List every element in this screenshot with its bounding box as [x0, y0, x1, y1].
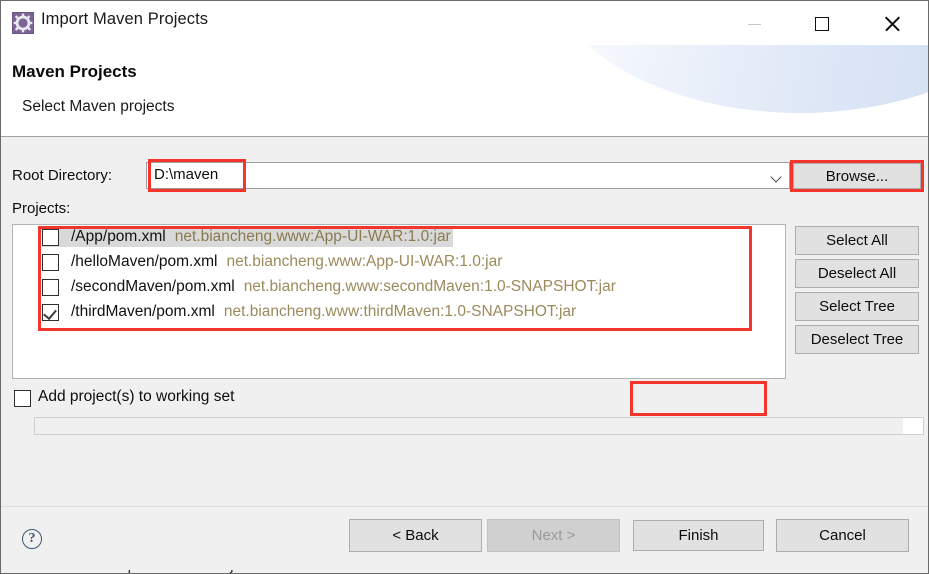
close-button[interactable] [869, 9, 915, 39]
project-path: /secondMaven/pom.xml [71, 278, 235, 296]
next-button: Next > [487, 519, 620, 552]
cancel-button[interactable]: Cancel [776, 519, 909, 552]
project-checkbox[interactable] [42, 304, 59, 321]
dialog-body: Root Directory: D:\maven Browse... Proje… [1, 138, 928, 506]
working-set-combo [34, 417, 924, 435]
browse-button[interactable]: Browse... [793, 163, 921, 189]
maximize-icon [815, 17, 829, 31]
finish-button[interactable]: Finish [633, 520, 764, 551]
project-gav: net.biancheng.www:secondMaven:1.0-SNAPSH… [243, 278, 616, 296]
chevron-down-icon[interactable] [772, 173, 781, 182]
import-maven-projects-dialog: Import Maven Projects Maven Projects Sel… [0, 0, 929, 574]
deselect-tree-button[interactable]: Deselect Tree [795, 325, 919, 354]
table-row[interactable]: /thirdMaven/pom.xml net.biancheng.www:th… [13, 300, 785, 325]
table-row[interactable]: /secondMaven/pom.xml net.biancheng.www:s… [13, 275, 785, 300]
project-gav: net.biancheng.www:App-UI-WAR:1.0:jar [226, 253, 503, 271]
table-row[interactable]: /App/pom.xml net.biancheng.www:App-UI-WA… [13, 225, 785, 250]
page-subtitle: Select Maven projects [22, 98, 175, 115]
minimize-icon [747, 23, 761, 25]
root-directory-label: Root Directory: [12, 167, 113, 184]
project-checkbox[interactable] [42, 254, 59, 271]
working-set-combo-arrow-icon [903, 418, 923, 434]
deselect-all-button[interactable]: Deselect All [795, 259, 919, 288]
wizard-header: Maven Projects Select Maven projects [1, 45, 928, 137]
working-set-label: Add project(s) to working set [38, 388, 235, 405]
background-ghost-text: Import Maven Projects [1, 570, 928, 573]
project-gav: net.biancheng.www:App-UI-WAR:1.0:jar [174, 228, 451, 246]
help-icon[interactable]: ? [22, 529, 42, 549]
project-path: /thirdMaven/pom.xml [71, 303, 215, 321]
maven-gear-icon [12, 12, 34, 34]
table-row[interactable]: /helloMaven/pom.xml net.biancheng.www:Ap… [13, 250, 785, 275]
projects-label: Projects: [12, 200, 71, 217]
root-directory-value: D:\maven [154, 166, 219, 183]
back-button[interactable]: < Back [349, 519, 482, 552]
project-path: /App/pom.xml [71, 228, 166, 246]
project-path: /helloMaven/pom.xml [71, 253, 218, 271]
select-all-button[interactable]: Select All [795, 226, 919, 255]
page-title: Maven Projects [12, 62, 137, 81]
projects-list[interactable]: /App/pom.xml net.biancheng.www:App-UI-WA… [12, 224, 786, 379]
project-checkbox[interactable] [42, 279, 59, 296]
close-icon [884, 16, 900, 32]
project-gav: net.biancheng.www:thirdMaven:1.0-SNAPSHO… [223, 303, 577, 321]
maximize-button[interactable] [799, 9, 845, 39]
minimize-button[interactable] [731, 9, 777, 39]
header-banner-decoration [540, 45, 928, 113]
window-title: Import Maven Projects [41, 10, 209, 28]
working-set-checkbox[interactable] [14, 390, 31, 407]
project-checkbox[interactable] [42, 229, 59, 246]
root-directory-combo[interactable]: D:\maven [146, 162, 790, 189]
title-bar: Import Maven Projects [1, 1, 928, 45]
select-tree-button[interactable]: Select Tree [795, 292, 919, 321]
